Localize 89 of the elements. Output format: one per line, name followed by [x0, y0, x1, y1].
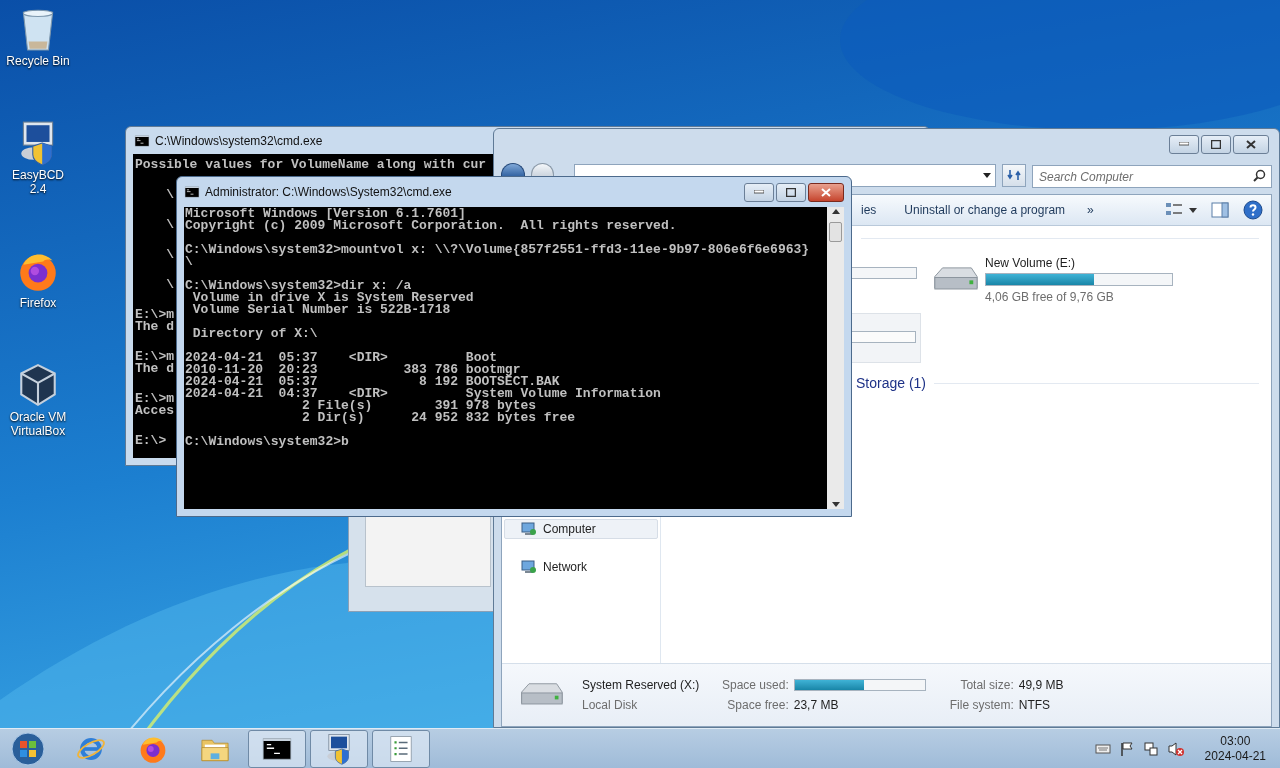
console-line: 2010-11-20 20:23 383 786 bootmgr	[185, 364, 521, 376]
nav-item[interactable]: Network	[504, 557, 658, 577]
maximize-icon	[786, 187, 796, 197]
console-line: Copyright (c) 2009 Microsoft Corporation. All rights reserved.	[185, 220, 677, 232]
taskbar-button[interactable]	[310, 729, 368, 768]
drive-name: System Reserved (X:)	[582, 677, 701, 694]
forward-button[interactable]	[530, 163, 555, 177]
caret-icon	[1189, 207, 1197, 213]
help-icon	[1243, 200, 1263, 220]
console-line: \	[185, 256, 193, 268]
field-label: Space free:	[726, 697, 789, 714]
field-label: File system:	[949, 697, 1014, 714]
close-button[interactable]	[808, 182, 844, 202]
search-icon	[1253, 168, 1266, 182]
toolbar-button[interactable]: Uninstall or change a program	[902, 198, 1068, 222]
network-icon	[1142, 740, 1159, 757]
console-line: C:\Windows\system32>dir x: /a	[185, 280, 412, 292]
console-line: \	[165, 219, 174, 231]
window-title: C:\Windows\system32\cmd.exe	[155, 132, 323, 150]
field-label: Total size:	[959, 677, 1014, 694]
desktop-icon-label[interactable]: Oracle VM VirtualBox	[2, 410, 74, 438]
caret-icon	[983, 172, 992, 178]
toolbar-button[interactable]: »	[1085, 198, 1096, 222]
console-line: C:\Windows\system32>b	[185, 436, 349, 448]
console-line: E:\>	[135, 435, 167, 447]
speaker-muted-icon	[1166, 740, 1185, 757]
network-icon	[521, 559, 537, 575]
maximize-icon	[1211, 139, 1221, 149]
console-line: E:\>m	[135, 393, 174, 405]
nav-label: Computer	[543, 521, 596, 538]
console-line: \	[165, 249, 174, 261]
console-line: E:\>m	[135, 309, 174, 321]
clock-time: 03:00	[1220, 733, 1251, 749]
field-value: 49,9 MB	[1018, 677, 1064, 694]
refresh-icon	[1007, 168, 1022, 182]
desktop-icon-label[interactable]: Firefox	[2, 296, 74, 310]
window-title: Administrator: C:\Windows\System32\cmd.exe	[205, 184, 452, 201]
nav-label: Network	[543, 559, 587, 576]
drive-free-space: 4,06 GB free of 9,76 GB	[985, 289, 1115, 305]
console-line: Possible values for VolumeName along with cur	[135, 159, 487, 171]
console-line: 2 File(s) 391 978 bytes	[301, 400, 537, 412]
console-line: E:\>m	[135, 351, 174, 363]
console-line: The d	[135, 321, 174, 333]
flag-icon	[1118, 740, 1135, 757]
view-icon	[1165, 202, 1183, 218]
maximize-button[interactable]	[1201, 134, 1231, 154]
console-line: 2024-04-21 05:37 8 192 BOOTSECT.BAK	[185, 376, 560, 388]
search-field[interactable]: Search Computer	[1032, 165, 1272, 188]
console-line: Acces	[135, 405, 174, 417]
toolbar-button[interactable]: ies	[859, 198, 879, 222]
maximize-button[interactable]	[776, 182, 806, 202]
taskbar-button[interactable]	[248, 729, 306, 768]
scroll-down-icon	[831, 502, 840, 507]
console-line: 2024-04-21 04:37 <DIR> System Volume Information	[185, 388, 661, 400]
close-icon	[1246, 139, 1256, 149]
console-line: Volume in drive X is System Reserved	[192, 292, 474, 304]
console-line: C:\Windows\system32>mountvol x: \\?\Volume{857f2551-ffd3-11ee-9b97-806e6f6e6963}	[185, 244, 810, 256]
terminal-icon	[184, 184, 200, 200]
pane-icon	[1211, 202, 1229, 218]
desktop-icon-label[interactable]: Recycle Bin	[2, 54, 74, 68]
refresh-button[interactable]	[1002, 163, 1026, 187]
console-line: \	[165, 279, 174, 291]
console-line: The d	[135, 363, 174, 375]
console-line: \	[165, 189, 174, 201]
group-heading: Storage (1)	[856, 374, 927, 393]
console-line: 2 Dir(s) 24 952 832 bytes free	[301, 412, 576, 424]
field-value: NTFS	[1018, 697, 1052, 714]
drive-name: New Volume (E:)	[985, 255, 1077, 271]
minimize-icon	[1179, 142, 1189, 146]
close-button[interactable]	[1233, 134, 1269, 154]
terminal-icon	[134, 132, 150, 149]
field-value: 23,7 MB	[793, 697, 840, 714]
clock-date: 2024-04-21	[1204, 748, 1266, 764]
drive-type: Local Disk	[582, 697, 639, 714]
field-label: Space used:	[722, 677, 789, 694]
close-icon	[821, 187, 831, 197]
nav-item[interactable]: Computer	[504, 519, 658, 539]
scroll-up-icon	[831, 209, 840, 214]
console-line: Directory of X:\	[191, 328, 318, 340]
back-button[interactable]	[501, 163, 525, 177]
help-button[interactable]	[1243, 198, 1263, 222]
console-line: 2024-04-21 05:37 <DIR> Boot	[185, 352, 498, 364]
console-line: Volume Serial Number is 522B-1718	[191, 304, 451, 316]
start-orb-icon	[11, 731, 45, 766]
keyboard-icon	[1094, 742, 1111, 755]
desktop-icon-label[interactable]: EasyBCD 2.4	[2, 168, 74, 196]
console-line: Microsoft Windows [Version 6.1.7601]	[185, 208, 466, 220]
computer-icon	[521, 521, 537, 537]
scroll-thumb[interactable]	[829, 222, 842, 242]
